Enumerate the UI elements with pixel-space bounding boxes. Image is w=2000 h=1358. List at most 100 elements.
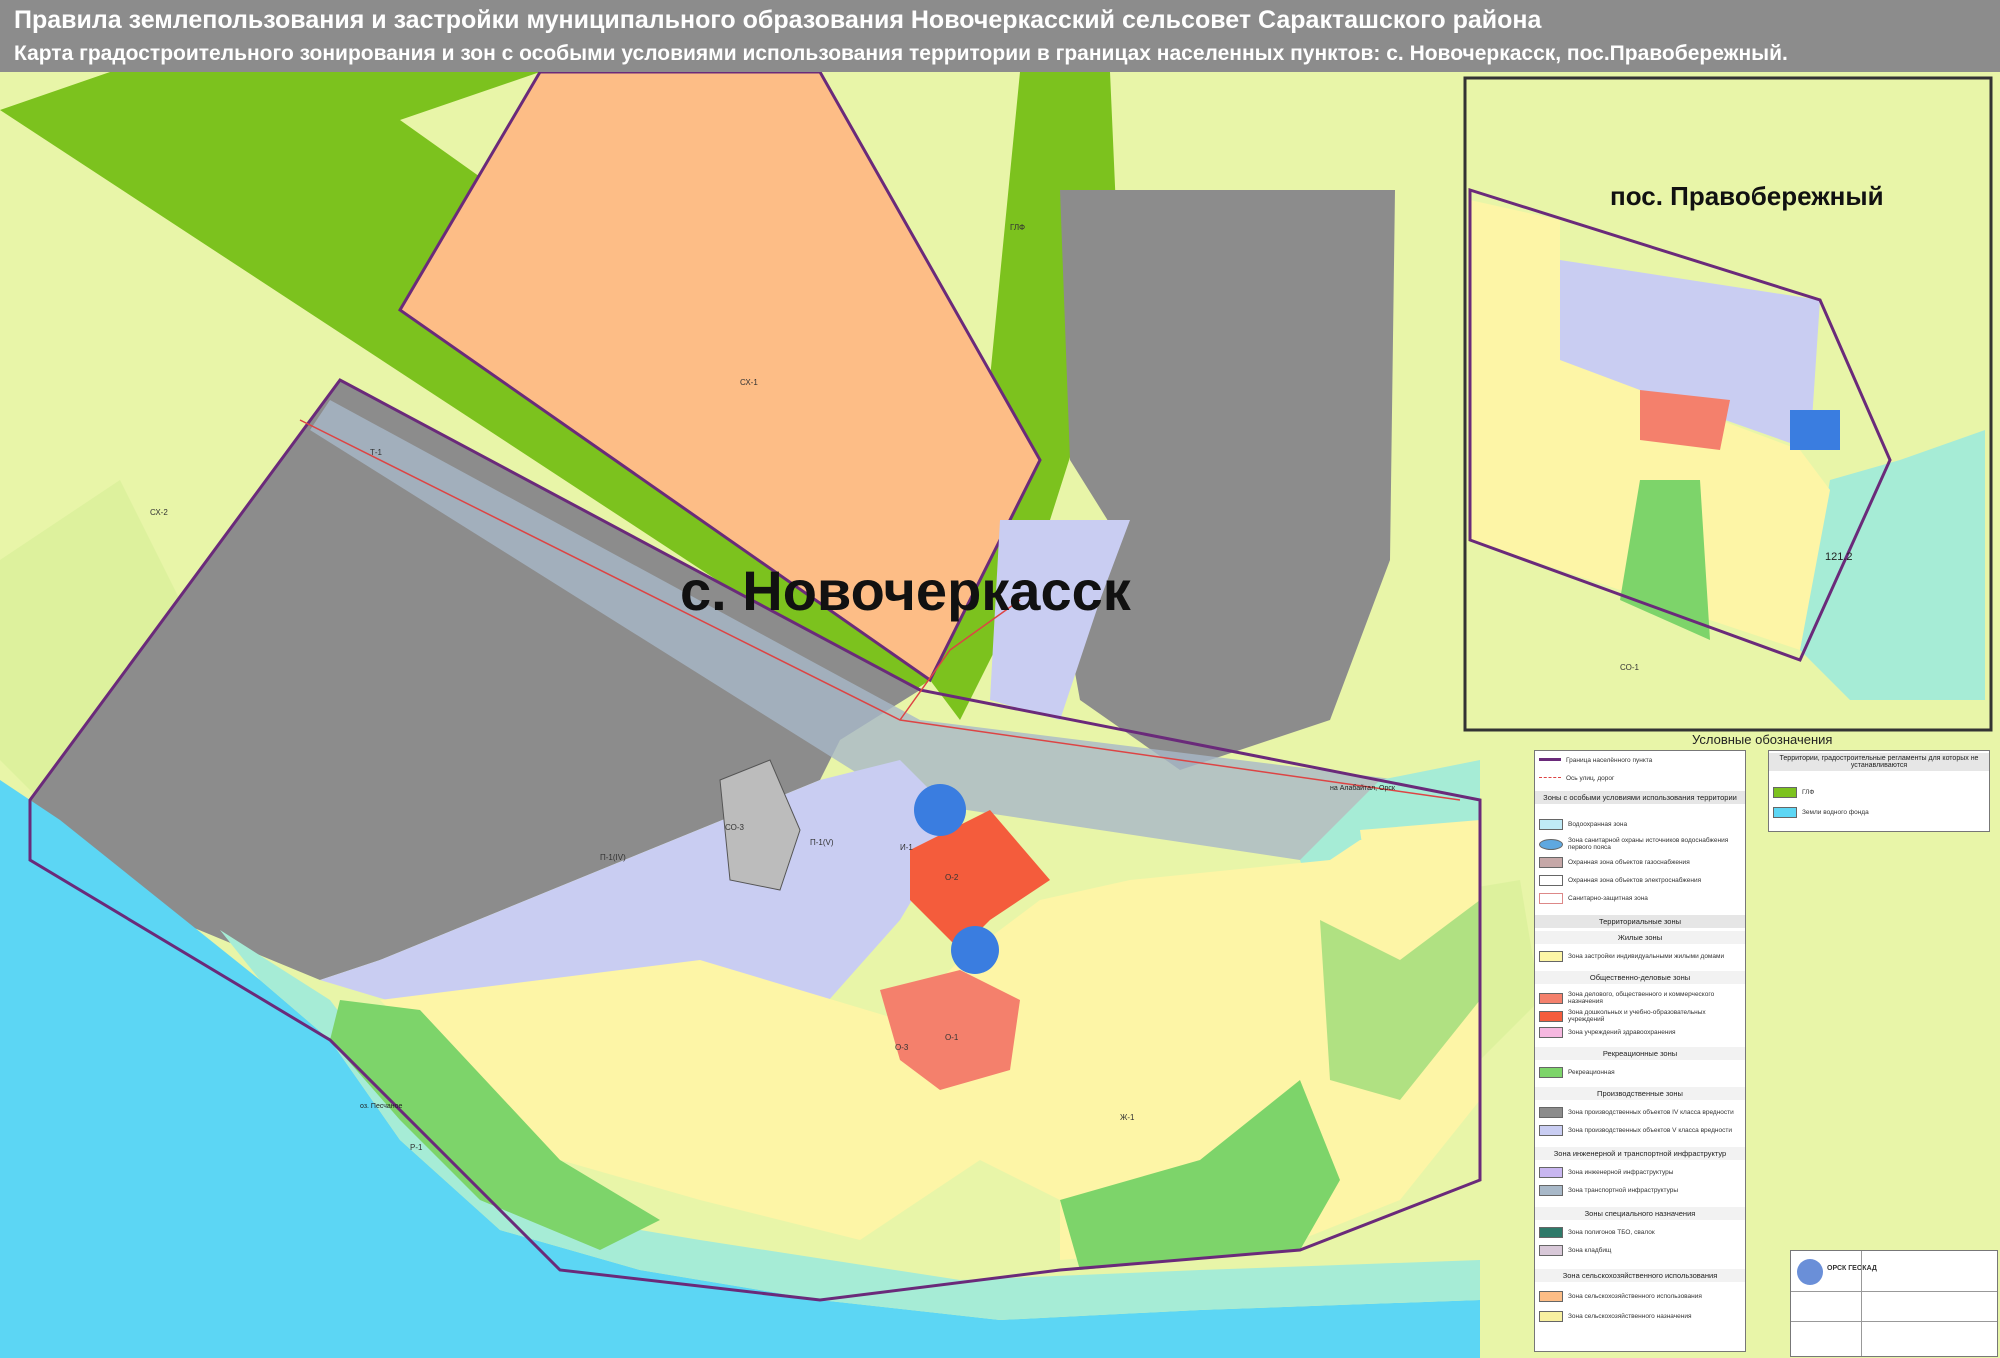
legend-swatch (1539, 819, 1563, 830)
water-intake (951, 926, 999, 974)
legend-swatch (1539, 992, 1563, 1004)
legend-item-label: Охранная зона объектов газоснабжения (1568, 859, 1690, 866)
legend-item-label: Водоохранная зона (1568, 821, 1628, 828)
zone-label: О-1 (945, 1033, 959, 1042)
legend-swatch (1539, 1245, 1563, 1256)
zone-label: ГЛФ (1010, 223, 1025, 232)
legend-item: Зона учреждений здравоохранения (1539, 1027, 1739, 1038)
legend-item-label: Зона делового, общественного и коммерчес… (1568, 991, 1715, 1005)
legend-swatch (1539, 951, 1563, 962)
elevation-label: 121.2 (1825, 551, 1853, 563)
legend-item: Охранная зона объектов газоснабжения (1539, 857, 1739, 868)
legend-item: Ось улиц, дорог (1539, 775, 1739, 782)
legend-section-head: Зона сельскохозяйственного использования (1535, 1269, 1745, 1282)
legend-section-head: Зоны специального назначения (1535, 1207, 1745, 1220)
legend-swatch (1773, 787, 1797, 798)
legend-item: Зона производственных объектов V класса … (1539, 1125, 1739, 1136)
legend-section-head: Рекреационные зоны (1535, 1047, 1745, 1060)
legend-swatch (1539, 1010, 1563, 1022)
road-direction-label: на Алабайтал, Орск (1330, 784, 1396, 792)
org-logo-icon (1797, 1259, 1823, 1285)
inset-water-intake (1790, 410, 1840, 450)
legend-item: Водоохранная зона (1539, 819, 1739, 830)
legend-swatch (1539, 1167, 1563, 1178)
legend-item-label: Зона сельскохозяйственного назначения (1568, 1313, 1692, 1320)
legend-item-label: Земли водного фонда (1802, 809, 1869, 816)
legend-item-label: Зона санитарной охраны источников водосн… (1568, 837, 1729, 851)
legend-item: Земли водного фонда (1773, 807, 1973, 818)
legend-swatch (1539, 838, 1563, 850)
legend-swatch (1539, 1291, 1563, 1302)
zone-label: СО-3 (725, 823, 744, 832)
legend-swatch (1539, 1027, 1563, 1038)
zone-label: Т-1 (370, 448, 383, 457)
inset-public (1640, 390, 1730, 450)
map-title: Правила землепользования и застройки мун… (14, 6, 1542, 34)
title-block-stamp: ОРСК ГЕОКАД (1790, 1250, 1998, 1357)
legend-swatch (1539, 1125, 1563, 1136)
legend-swatch (1539, 758, 1561, 763)
zone-label: Р-1 (410, 1143, 423, 1152)
legend-item-label: Зона полигонов ТБО, свалок (1568, 1229, 1655, 1236)
legend-swatch (1539, 1311, 1563, 1322)
legend-item-label: Санитарно-защитная зона (1568, 895, 1648, 902)
zone-label: О-3 (895, 1043, 909, 1052)
legend-item: Зона производственных объектов IV класса… (1539, 1107, 1739, 1118)
legend-item: ГЛФ (1773, 787, 1973, 798)
legend-item: Зона делового, общественного и коммерчес… (1539, 991, 1739, 1005)
legend-item: Санитарно-защитная зона (1539, 893, 1739, 904)
legend-item: Зона кладбищ (1539, 1245, 1739, 1256)
legend-swatch (1539, 1185, 1563, 1196)
zone-label: СХ-2 (150, 508, 168, 517)
legend-swatch (1773, 807, 1797, 818)
legend-right-title: Территории, градостроительные регламенты… (1769, 753, 1989, 771)
legend-item: Зона транспортной инфраструктуры (1539, 1185, 1739, 1196)
org-name: ОРСК ГЕОКАД (1827, 1265, 1877, 1272)
legend-swatch (1539, 893, 1563, 904)
legend-no-regulation: Территории, градостроительные регламенты… (1768, 750, 1990, 832)
zone-label: П-1(IV) (600, 853, 626, 862)
legend-section-head: Территориальные зоны (1535, 915, 1745, 928)
legend-box: Граница населённого пункта Ось улиц, дор… (1534, 750, 1746, 1352)
zone-label: О-2 (945, 873, 959, 882)
legend-swatch (1539, 857, 1563, 868)
legend-item: Зона полигонов ТБО, свалок (1539, 1227, 1739, 1238)
zone-label: П-1(V) (810, 838, 834, 847)
legend-item-label: Зона производственных объектов V класса … (1568, 1127, 1732, 1134)
legend-item: Рекреационная (1539, 1067, 1739, 1078)
legend-swatch (1539, 1227, 1563, 1238)
legend-item: Зона дошкольных и учебно-образовательных… (1539, 1009, 1739, 1023)
zone-label: СХ-1 (740, 378, 758, 387)
legend-item: Зона сельскохозяйственного назначения (1539, 1311, 1739, 1322)
legend-item-label: ГЛФ (1802, 789, 1815, 796)
legend-item: Зона сельскохозяйственного использования (1539, 1291, 1739, 1302)
legend-section-head: Зоны с особыми условиями использования т… (1535, 791, 1745, 804)
legend-item-label: Зона застройки индивидуальными жилыми до… (1568, 953, 1725, 960)
legend-swatch (1539, 1067, 1563, 1078)
legend-swatch (1539, 777, 1561, 780)
zone-label: СО-1 (1620, 663, 1639, 672)
water-intake (914, 784, 966, 836)
lake-label: оз. Песчаное (360, 1103, 403, 1110)
legend-item-label: Граница населённого пункта (1566, 757, 1653, 764)
legend-item-label: Зона учреждений здравоохранения (1568, 1029, 1676, 1036)
legend-item-label: Охранная зона объектов электроснабжения (1568, 877, 1702, 884)
legend-item-label: Ось улиц, дорог (1566, 775, 1615, 782)
legend-section-head: Зона инженерной и транспортной инфрастру… (1535, 1147, 1745, 1160)
map-subtitle: Карта градостроительного зонирования и з… (14, 42, 1788, 65)
map-header: Правила землепользования и застройки мун… (0, 0, 2000, 72)
legend-swatch (1539, 875, 1563, 886)
legend-item: Граница населённого пункта (1539, 757, 1739, 764)
legend-item-label: Зона дошкольных и учебно-образовательных… (1568, 1009, 1706, 1023)
legend-item: Зона инженерной инфраструктуры (1539, 1167, 1739, 1178)
zone-label: И-1 (900, 843, 913, 852)
legend-swatch (1539, 1107, 1563, 1118)
legend-item-label: Зона транспортной инфраструктуры (1568, 1187, 1679, 1194)
legend-section-head: Производственные зоны (1535, 1087, 1745, 1100)
legend-item-label: Рекреационная (1568, 1069, 1615, 1076)
legend-section-head: Общественно-деловые зоны (1535, 971, 1745, 984)
legend-item: Зона санитарной охраны источников водосн… (1539, 837, 1739, 851)
legend-section-head: Жилые зоны (1535, 931, 1745, 944)
legend-title: Условные обозначения (1692, 732, 1833, 747)
legend-item-label: Зона производственных объектов IV класса… (1568, 1109, 1734, 1116)
